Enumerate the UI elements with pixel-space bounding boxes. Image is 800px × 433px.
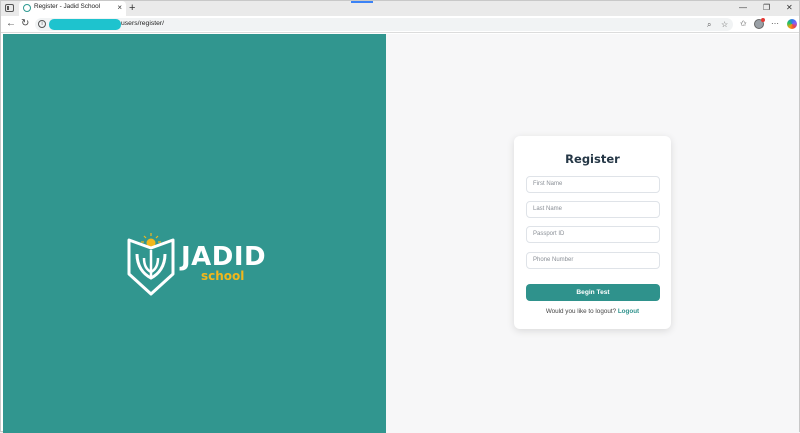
tab-close-icon[interactable]: × bbox=[117, 3, 122, 13]
logout-prompt: Would you like to logout? bbox=[545, 308, 617, 315]
tab-bar: Register - Jadid School × + — ❐ ✕ bbox=[1, 1, 799, 16]
url-field[interactable]: i users/register/ ⌕ ☆ bbox=[35, 18, 733, 31]
jadid-logo-icon bbox=[127, 233, 175, 296]
zoom-icon[interactable]: ⌕ bbox=[707, 20, 711, 30]
back-button[interactable]: ← bbox=[6, 18, 16, 30]
page-content: JADID school Register First Name Last Na… bbox=[3, 34, 799, 433]
maximize-button[interactable]: ❐ bbox=[763, 2, 770, 14]
begin-test-button[interactable]: Begin Test bbox=[526, 284, 660, 301]
site-favicon-icon bbox=[23, 4, 31, 12]
close-window-button[interactable]: ✕ bbox=[786, 2, 793, 14]
tab-title: Register - Jadid School bbox=[34, 3, 101, 10]
workspaces-icon[interactable] bbox=[5, 4, 14, 12]
brand-name: JADID bbox=[181, 242, 267, 272]
reload-button[interactable]: ↻ bbox=[21, 18, 29, 30]
browser-window: Register - Jadid School × + — ❐ ✕ ← ↻ i … bbox=[0, 0, 800, 433]
profile-avatar[interactable] bbox=[754, 18, 765, 29]
brand-wordmark: JADID school bbox=[181, 242, 267, 282]
logout-link[interactable]: Logout bbox=[618, 308, 639, 315]
site-info-icon[interactable]: i bbox=[38, 20, 46, 28]
copilot-icon[interactable] bbox=[787, 19, 797, 29]
address-bar: ← ↻ i users/register/ ⌕ ☆ ✩ ⋯ bbox=[1, 16, 799, 33]
last-name-field[interactable]: Last Name bbox=[526, 201, 660, 218]
first-name-field[interactable]: First Name bbox=[526, 176, 660, 193]
favorite-star-icon[interactable]: ☆ bbox=[721, 20, 728, 30]
favorites-icon[interactable]: ✩ bbox=[740, 19, 747, 29]
form-title: Register bbox=[565, 152, 620, 166]
redacted-domain bbox=[49, 19, 121, 30]
phone-number-field[interactable]: Phone Number bbox=[526, 252, 660, 269]
tab-register[interactable]: Register - Jadid School × bbox=[19, 1, 126, 16]
brand-panel: JADID school bbox=[3, 34, 386, 433]
minimize-button[interactable]: — bbox=[739, 2, 747, 14]
new-tab-button[interactable]: + bbox=[129, 1, 135, 15]
brand-subtitle: school bbox=[201, 269, 245, 283]
loading-indicator bbox=[351, 1, 373, 3]
logout-prompt-line: Would you like to logout? Logout bbox=[514, 308, 671, 315]
more-options-icon[interactable]: ⋯ bbox=[771, 19, 779, 29]
passport-id-field[interactable]: Passport ID bbox=[526, 226, 660, 243]
register-card: Register First Name Last Name Passport I… bbox=[514, 136, 671, 329]
url-text[interactable]: users/register/ bbox=[121, 20, 164, 27]
